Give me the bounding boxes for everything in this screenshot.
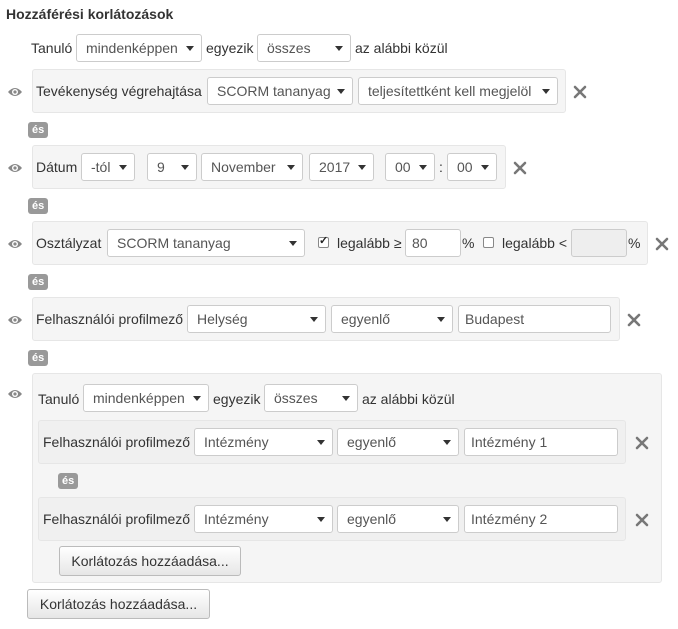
nested-field-select-1[interactable]: Intézmény	[194, 428, 333, 456]
condition-suffix: az alábbi közül	[355, 40, 448, 56]
date-year-select[interactable]: 2017	[309, 153, 374, 181]
condition-mode-select[interactable]: mindenképpen	[76, 34, 202, 62]
nested-add-restriction-button[interactable]: Korlátozás hozzáadása...	[59, 546, 241, 576]
nested-value-input-2[interactable]: Intézmény 2	[464, 505, 618, 533]
nested-operator-select-1[interactable]: egyenlő	[337, 428, 459, 456]
date-direction-select[interactable]: -tól	[81, 153, 135, 181]
close-icon[interactable]	[655, 237, 669, 251]
condition-verb: egyezik	[206, 40, 254, 56]
close-icon[interactable]	[627, 313, 641, 327]
nested-field-select-2[interactable]: Intézmény	[194, 505, 333, 533]
max-grade-input[interactable]	[571, 229, 627, 257]
and-badge: és	[28, 350, 49, 366]
condition-scope-select[interactable]: összes	[257, 34, 351, 62]
date-month-select[interactable]: November	[201, 153, 303, 181]
nested-mode-select[interactable]: mindenképpen	[83, 384, 209, 412]
date-hour-select[interactable]: 00	[385, 153, 435, 181]
profile-field-select[interactable]: Helység	[187, 305, 326, 333]
and-badge: és	[28, 122, 49, 138]
nested-verb: egyezik	[213, 391, 261, 407]
min-grade-input[interactable]: 80	[405, 229, 461, 257]
condition-prefix: Tanuló	[31, 40, 73, 56]
date-day-select[interactable]: 9	[147, 153, 197, 181]
and-badge: és	[28, 274, 49, 290]
max-percent: %	[628, 235, 641, 251]
nested-profile-label-2: Felhasználói profilmező	[43, 511, 191, 527]
nested-operator-select-2[interactable]: egyenlő	[337, 505, 459, 533]
close-icon[interactable]	[513, 161, 527, 175]
activity-select[interactable]: SCORM tananyag	[207, 77, 353, 105]
time-colon: :	[439, 159, 443, 175]
eye-icon[interactable]	[7, 314, 23, 326]
page-title: Hozzáférési korlátozások	[6, 6, 174, 22]
eye-icon[interactable]	[7, 238, 23, 250]
nested-suffix: az alábbi közül	[362, 391, 455, 407]
date-label: Dátum	[36, 159, 78, 175]
grade-label: Osztályzat	[36, 235, 102, 251]
nested-value-input-1[interactable]: Intézmény 1	[464, 428, 618, 456]
eye-icon[interactable]	[7, 388, 23, 400]
nested-prefix: Tanuló	[38, 391, 80, 407]
date-minute-select[interactable]: 00	[447, 153, 497, 181]
profile-operator-select[interactable]: egyenlő	[331, 305, 453, 333]
min-percent: %	[462, 235, 475, 251]
min-grade-checkbox[interactable]	[318, 234, 329, 248]
eye-icon[interactable]	[7, 86, 23, 98]
min-grade-label: legalább ≥	[337, 235, 402, 251]
close-icon[interactable]	[573, 85, 587, 99]
grade-item-select[interactable]: SCORM tananyag	[107, 229, 305, 257]
eye-icon[interactable]	[7, 162, 23, 174]
and-badge: és	[28, 198, 49, 214]
profile-value-input[interactable]: Budapest	[458, 305, 611, 333]
and-badge: és	[58, 473, 79, 489]
nested-profile-label-1: Felhasználói profilmező	[43, 434, 191, 450]
activity-label: Tevékenység végrehajtása	[36, 83, 202, 99]
max-grade-checkbox[interactable]	[483, 237, 494, 248]
close-icon[interactable]	[635, 436, 649, 450]
close-icon[interactable]	[635, 513, 649, 527]
activity-condition-select[interactable]: teljesítettként kell megjelöl	[358, 77, 558, 105]
add-restriction-button[interactable]: Korlátozás hozzáadása...	[27, 589, 210, 619]
nested-scope-select[interactable]: összes	[264, 384, 358, 412]
profile-label: Felhasználói profilmező	[36, 311, 184, 327]
max-grade-label: legalább <	[502, 235, 568, 251]
